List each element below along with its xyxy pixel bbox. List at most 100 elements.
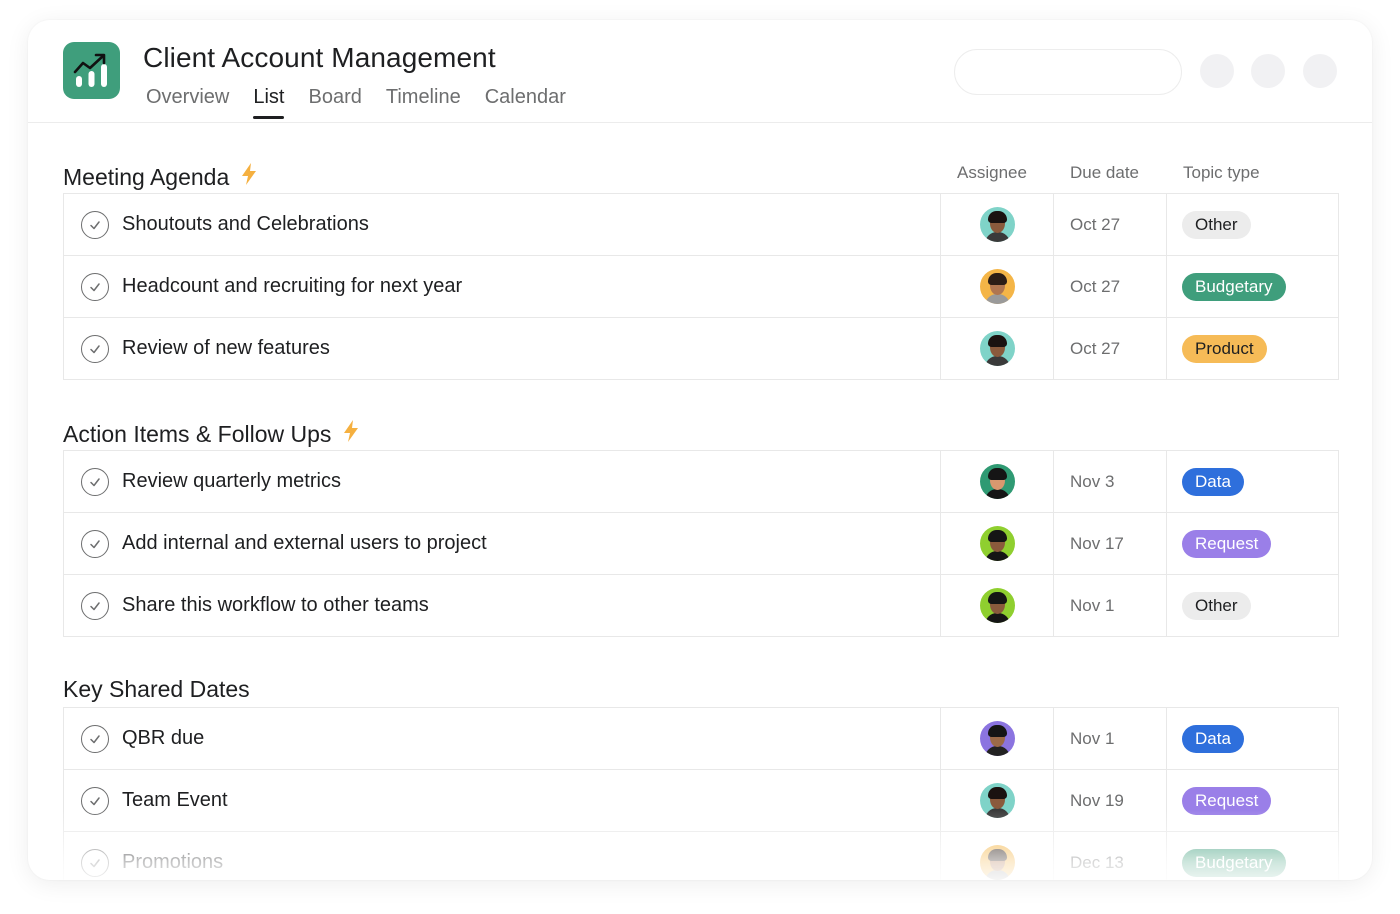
- column-header-topic-type[interactable]: Topic type: [1183, 163, 1260, 183]
- topic-type-cell[interactable]: Data: [1167, 451, 1338, 512]
- due-date-cell[interactable]: Nov 3: [1054, 451, 1167, 512]
- section-header[interactable]: Key Shared Dates: [63, 676, 250, 703]
- assignee-cell[interactable]: [941, 770, 1054, 831]
- task-table: Review quarterly metrics Nov 3 Data Add int…: [63, 450, 1339, 637]
- task-name-cell[interactable]: Add internal and external users to proje…: [64, 513, 941, 574]
- section-title: Action Items & Follow Ups: [63, 420, 332, 447]
- tab-overview[interactable]: Overview: [146, 86, 229, 119]
- task-name: Headcount and recruiting for next year: [122, 275, 463, 297]
- assignee-cell[interactable]: [941, 708, 1054, 769]
- avatar[interactable]: [979, 783, 1015, 818]
- complete-task-checkbox[interactable]: [81, 210, 109, 239]
- topic-type-badge: Budgetary: [1182, 272, 1286, 301]
- tab-list[interactable]: List: [253, 86, 285, 119]
- task-name-cell[interactable]: Headcount and recruiting for next year: [64, 256, 941, 317]
- complete-task-checkbox[interactable]: [81, 334, 109, 363]
- complete-task-checkbox[interactable]: [81, 786, 109, 815]
- topic-type-cell[interactable]: Request: [1167, 770, 1338, 831]
- column-header-due-date[interactable]: Due date: [1070, 163, 1139, 183]
- avatar[interactable]: [979, 331, 1015, 366]
- due-date: Nov 3: [1070, 471, 1115, 491]
- assignee-cell[interactable]: [941, 318, 1054, 379]
- task-name-cell[interactable]: Review of new features: [64, 318, 941, 379]
- due-date-cell[interactable]: Dec 13: [1054, 832, 1167, 880]
- complete-task-checkbox[interactable]: [81, 272, 109, 301]
- task-name: Add internal and external users to proje…: [122, 532, 487, 554]
- assignee-cell[interactable]: [941, 575, 1054, 636]
- avatar[interactable]: [979, 588, 1015, 623]
- complete-task-checkbox[interactable]: [81, 724, 109, 753]
- project-logo: [63, 42, 120, 99]
- task-row[interactable]: Review of new features Oct 27 Product: [64, 318, 1338, 380]
- checkmark-icon: [90, 796, 100, 805]
- topic-type-cell[interactable]: Budgetary: [1167, 832, 1338, 880]
- due-date-cell[interactable]: Oct 27: [1054, 318, 1167, 379]
- topic-type-cell[interactable]: Data: [1167, 708, 1338, 769]
- due-date-cell[interactable]: Nov 1: [1054, 708, 1167, 769]
- task-row[interactable]: Share this workflow to other teams Nov 1 O…: [64, 575, 1338, 637]
- topic-type-badge: Request: [1182, 529, 1272, 558]
- task-name-cell[interactable]: Share this workflow to other teams: [64, 575, 941, 636]
- tab-calendar[interactable]: Calendar: [485, 86, 566, 119]
- avatar[interactable]: [979, 845, 1015, 880]
- due-date-cell[interactable]: Nov 1: [1054, 575, 1167, 636]
- topic-type-cell[interactable]: Other: [1167, 575, 1338, 636]
- assignee-cell[interactable]: [941, 194, 1054, 255]
- topic-type-cell[interactable]: Product: [1167, 318, 1338, 379]
- avatar[interactable]: [979, 207, 1015, 242]
- header-action-button-2[interactable]: [1251, 54, 1285, 88]
- checkmark-icon: [90, 601, 100, 610]
- tab-board[interactable]: Board: [308, 86, 361, 119]
- tab-timeline[interactable]: Timeline: [386, 86, 461, 119]
- task-row[interactable]: Review quarterly metrics Nov 3 Data: [64, 451, 1338, 513]
- checkmark-icon: [90, 477, 100, 486]
- complete-task-checkbox[interactable]: [81, 591, 109, 620]
- task-row[interactable]: Team Event Nov 19 Request: [64, 770, 1338, 832]
- due-date: Oct 27: [1070, 276, 1121, 296]
- task-table: QBR due Nov 1 Data Team Event Nov 19 Request P…: [63, 707, 1339, 880]
- due-date-cell[interactable]: Nov 19: [1054, 770, 1167, 831]
- topic-type-cell[interactable]: Request: [1167, 513, 1338, 574]
- view-tabs: Overview List Board Timeline Calendar: [146, 86, 590, 119]
- task-row[interactable]: Headcount and recruiting for next year Oc…: [64, 256, 1338, 318]
- task-name-cell[interactable]: Team Event: [64, 770, 941, 831]
- complete-task-checkbox[interactable]: [81, 848, 109, 877]
- due-date-cell[interactable]: Oct 27: [1054, 256, 1167, 317]
- topic-type-cell[interactable]: Other: [1167, 194, 1338, 255]
- task-row[interactable]: QBR due Nov 1 Data: [64, 708, 1338, 770]
- column-header-assignee[interactable]: Assignee: [957, 163, 1027, 183]
- project-card: Client Account Management Overview List …: [28, 20, 1372, 880]
- task-name-cell[interactable]: Review quarterly metrics: [64, 451, 941, 512]
- assignee-cell[interactable]: [941, 513, 1054, 574]
- avatar[interactable]: [979, 269, 1015, 304]
- avatar[interactable]: [979, 526, 1015, 561]
- assignee-cell[interactable]: [941, 256, 1054, 317]
- section-title: Meeting Agenda: [63, 163, 230, 190]
- task-name-cell[interactable]: Promotions: [64, 832, 941, 880]
- due-date-cell[interactable]: Nov 17: [1054, 513, 1167, 574]
- assignee-cell[interactable]: [941, 832, 1054, 880]
- search-input[interactable]: [954, 49, 1182, 95]
- task-row[interactable]: Add internal and external users to proje…: [64, 513, 1338, 575]
- due-date: Oct 27: [1070, 338, 1121, 358]
- avatar[interactable]: [979, 464, 1015, 499]
- task-row[interactable]: Promotions Dec 13 Budgetary: [64, 832, 1338, 880]
- topic-type-cell[interactable]: Budgetary: [1167, 256, 1338, 317]
- header-action-button-1[interactable]: [1200, 54, 1234, 88]
- complete-task-checkbox[interactable]: [81, 529, 109, 558]
- task-name: Promotions: [122, 851, 224, 873]
- due-date-cell[interactable]: Oct 27: [1054, 194, 1167, 255]
- task-row[interactable]: Shoutouts and Celebrations Oct 27 Other: [64, 194, 1338, 256]
- complete-task-checkbox[interactable]: [81, 467, 109, 496]
- task-name-cell[interactable]: QBR due: [64, 708, 941, 769]
- section-header[interactable]: Action Items & Follow Ups: [63, 419, 361, 449]
- avatar[interactable]: [979, 721, 1015, 756]
- assignee-cell[interactable]: [941, 451, 1054, 512]
- task-name: Share this workflow to other teams: [122, 594, 429, 616]
- task-name: Review quarterly metrics: [122, 470, 341, 492]
- topic-type-badge: Data: [1182, 467, 1244, 496]
- topic-type-badge: Product: [1182, 334, 1267, 363]
- section-header[interactable]: Meeting Agenda: [63, 162, 259, 192]
- header-action-button-3[interactable]: [1303, 54, 1337, 88]
- task-name-cell[interactable]: Shoutouts and Celebrations: [64, 194, 941, 255]
